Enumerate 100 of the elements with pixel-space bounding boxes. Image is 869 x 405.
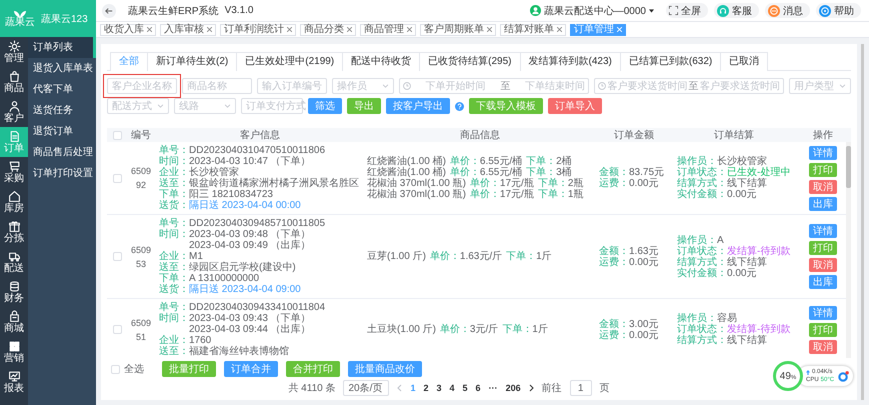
page-size-select[interactable]: 20条/页 [343,380,390,396]
module-item[interactable]: 营销 [0,337,28,367]
document-icon [8,130,20,143]
module-item[interactable]: 报表 [0,367,28,397]
submenu-item[interactable]: 送货任务 [28,100,96,121]
message-icon [768,4,780,16]
column-header: 订单金额 [613,128,655,142]
house-icon [8,190,20,203]
status-tab[interactable]: 已收货待结算(295) [419,52,520,71]
app-title: 蔬果云生鲜ERP系统 [128,4,219,18]
field-label: 实付金额： [677,268,727,278]
page-input[interactable]: 1 [570,380,592,396]
arrow-left-icon [105,6,113,14]
gauge-value: 49 [780,371,791,382]
page-number[interactable]: 4 [450,383,455,393]
module-item[interactable]: 客户 [0,97,28,127]
select-all-checkbox[interactable] [112,130,122,140]
header-button[interactable]: 全屏 [666,3,708,18]
page-number[interactable]: 6 [476,383,481,393]
page-number[interactable]: ··· [488,383,498,393]
module-item[interactable]: 库房 [0,187,28,217]
ring-icon[interactable] [838,370,850,382]
product-line: 红烧酱油(1.00 桶) 单价：6.55元/桶 下单：2桶 [367,156,573,167]
product-line: 豆芽(1.00 斤) 单价：1.63元/斤 下单：1斤 [367,251,553,262]
page-tab[interactable]: 订单利润统计 [220,24,296,36]
field-label: 操作员： [677,156,717,167]
page-tab[interactable]: 入库审核 [160,24,216,36]
module-item[interactable]: 财务 [0,277,28,307]
module-item[interactable]: 商城 [0,307,28,337]
field-label: 结算方式： [677,256,727,268]
person-icon [8,100,20,113]
amount-line: 金额：3.00元 [599,318,660,330]
header-button[interactable]: 客服 [714,3,759,18]
chevron-down-icon [382,84,389,88]
close-icon[interactable] [487,27,492,32]
close-icon[interactable] [207,27,212,32]
arrow-up-icon [806,370,810,374]
account-menu[interactable]: 蔬果云配送中心—0000 [530,4,654,18]
delivery-line: 送货：隔日送 2023-04-04 00:00 [159,200,302,211]
page-number[interactable]: 3 [436,383,442,393]
field-label: 订单状态： [677,324,727,335]
submenu-item[interactable]: 订单列表 [28,37,96,58]
status-tab[interactable]: 已生效处理中(2199) [236,52,344,71]
page-number[interactable]: 5 [462,383,468,393]
close-icon[interactable] [557,27,562,32]
submenu-item[interactable]: 退货订单 [28,121,96,142]
back-button[interactable] [102,4,116,18]
page-tab[interactable]: 客户周期账单 [420,24,496,36]
page-tab[interactable]: 商品分类 [300,24,356,36]
amount-line: 运费：0.00元 [599,256,660,268]
submenu-item[interactable]: 退货入库单表 [28,58,96,79]
chevron-right-icon[interactable] [528,384,534,392]
status-tab[interactable]: 已取消 [720,52,768,71]
module-item[interactable]: 分拣 [0,217,28,247]
module-item[interactable]: 商品 [0,67,28,97]
page-number[interactable]: 206 [506,383,521,393]
scrollbar[interactable] [846,142,851,358]
header-button[interactable]: 消息 [765,3,810,18]
info-line: 时间：2023-04-03 09:48 （下单） [159,229,312,240]
status-tab[interactable]: 发结算待到款(423) [520,52,621,71]
close-icon[interactable] [407,27,412,32]
status-tab[interactable]: 已结算已到款(632) [620,52,722,71]
order-id: 650951 [130,316,152,344]
submenu-item[interactable]: 订单打印设置 [28,163,96,184]
info-line: 送至：绿园区启元学校(建设中) [159,262,297,273]
page-tab[interactable]: 结算对账单 [500,24,566,36]
close-icon[interactable] [347,27,352,32]
module-item[interactable]: 配送 [0,247,28,277]
clock-icon [598,82,606,90]
row-checkbox[interactable] [112,174,122,182]
text-field[interactable]: 输入订单编号 [257,78,327,94]
page-tab[interactable]: 收货入库 [100,24,156,36]
row-checkbox[interactable] [112,252,122,261]
status-tab[interactable]: 配送中待收货 [342,52,420,71]
info-line: 单号：DD2023040309433410011804 [159,302,326,313]
help-icon[interactable] [455,102,464,110]
goto-label: 前往 [542,382,562,395]
status-tab[interactable]: 新订单待生效(2) [147,52,238,71]
page-tab[interactable]: 商品管理 [360,24,416,36]
row-checkbox[interactable] [112,325,122,334]
gift-icon [8,220,20,233]
info-line: 送至：福建省海丝钟表博物馆 [159,346,290,357]
info-line: 企业：M1 [159,251,204,262]
order-id: 650992 [130,165,152,192]
field-label: 实付金额： [677,189,727,200]
close-icon[interactable] [287,27,292,32]
page-number[interactable]: 2 [423,383,428,393]
product-line: 红烧酱油(1.00 桶) 单价：6.55元/桶 下单：3桶 [367,167,573,178]
submenu-item[interactable]: 商品售后处理 [28,142,96,163]
close-icon[interactable] [147,27,152,32]
cart-icon [8,160,20,173]
module-item[interactable]: 管理 [0,37,28,67]
select-all-checkbox[interactable]: 全选 [111,362,144,376]
field-label: 订单状态： [677,246,727,256]
header-button[interactable]: 帮助 [816,3,861,18]
submenu-item[interactable]: 代客下单 [28,79,96,100]
module-item[interactable]: 采购 [0,157,28,187]
scrollbar[interactable] [861,44,864,400]
chevron-down-icon [224,104,231,108]
status-value: 发结算-待到款 [727,246,790,256]
